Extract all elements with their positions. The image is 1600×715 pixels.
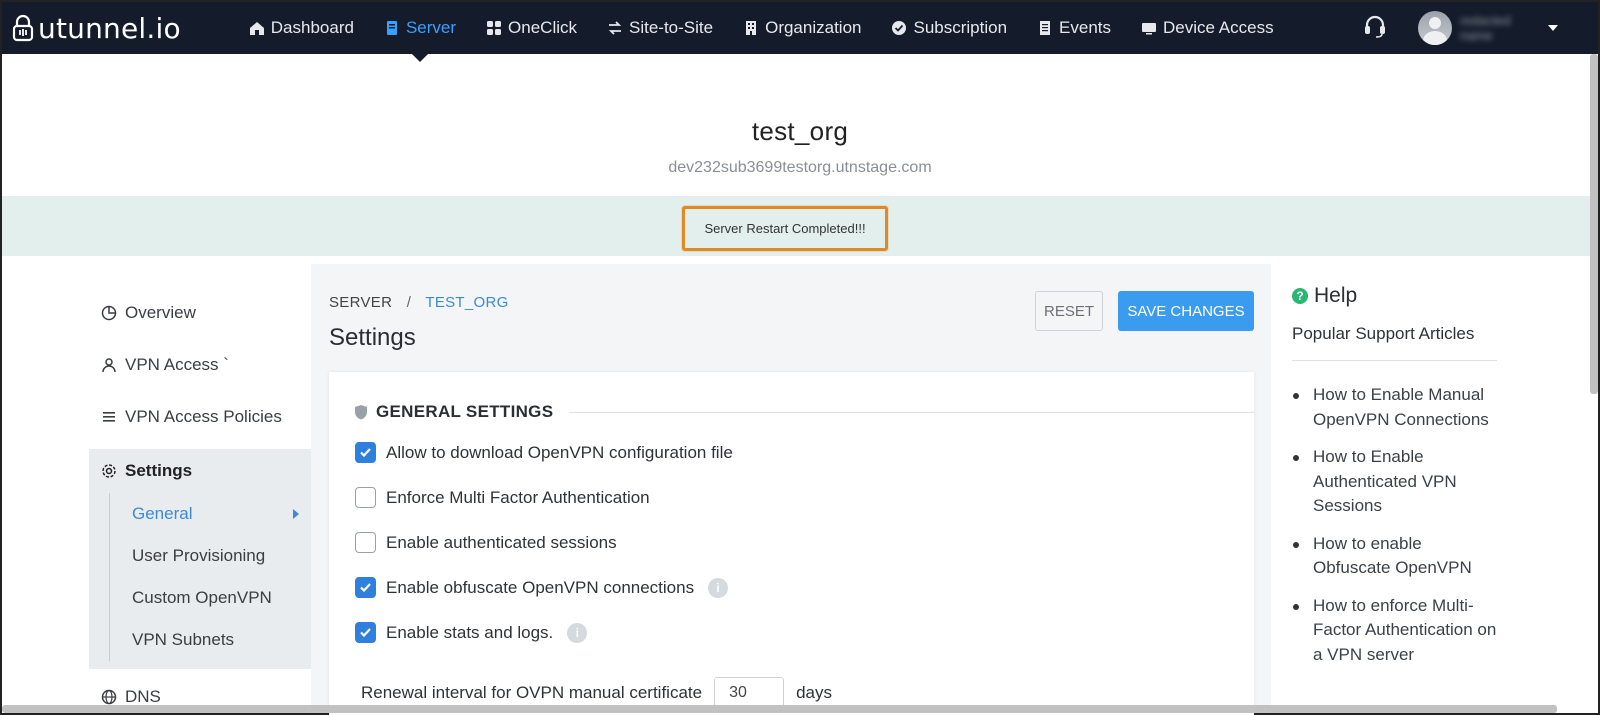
breadcrumb-root[interactable]: SERVER <box>329 294 392 311</box>
general-settings-card: GENERAL SETTINGS Allow to download OpenV… <box>329 372 1254 715</box>
chevron-down-icon <box>1548 25 1558 31</box>
section-divider <box>569 412 1254 413</box>
checkbox-enforce-mfa[interactable] <box>355 487 376 508</box>
building-icon <box>746 21 757 35</box>
user-name: redacted name <box>1460 13 1511 43</box>
list-icon <box>1040 21 1051 35</box>
arrows-icon <box>608 21 622 35</box>
server-restart-message: Server Restart Completed!!! <box>682 206 888 251</box>
org-domain: dev232sub3699testorg.utnstage.com <box>668 159 932 176</box>
sidebar-subitem-custom-openvpn[interactable]: Custom OpenVPN <box>110 577 311 619</box>
sidebar-item-vpn-access[interactable]: VPN Access ` <box>89 339 311 391</box>
sidebar-subitem-general[interactable]: General <box>110 493 311 535</box>
settings-sidebar: Overview VPN Access ` VPN Access Policie… <box>89 287 311 715</box>
globe-icon <box>101 689 117 705</box>
help-divider <box>1292 360 1497 361</box>
settings-submenu: General User Provisioning Custom OpenVPN… <box>109 493 311 661</box>
sidebar-item-settings[interactable]: Settings <box>89 449 311 493</box>
shield-icon <box>355 405 367 420</box>
headset-support-icon[interactable] <box>1362 13 1388 44</box>
page-title: Settings <box>329 324 416 351</box>
checkmark-icon <box>360 583 371 593</box>
option-enforce-mfa: Enforce Multi Factor Authentication <box>355 487 650 508</box>
sidebar-item-vpn-access-policies[interactable]: VPN Access Policies <box>89 391 311 443</box>
section-header: GENERAL SETTINGS <box>354 402 553 422</box>
help-article-link[interactable]: How to Enable Manual OpenVPN Connections <box>1292 383 1502 432</box>
nav-item-site-to-site[interactable]: Site-to-Site <box>607 2 713 54</box>
checkbox-authenticated-sessions[interactable] <box>355 532 376 553</box>
horizontal-scrollbar[interactable] <box>2 705 1557 713</box>
vertical-scrollbar[interactable] <box>1590 54 1598 394</box>
help-panel: ? Help Popular Support Articles How to E… <box>1292 284 1502 680</box>
home-icon <box>249 22 264 35</box>
nav-item-dashboard[interactable]: Dashboard <box>249 2 354 54</box>
avatar <box>1418 11 1452 45</box>
nav-item-device-access[interactable]: Device Access <box>1141 2 1274 54</box>
user-icon <box>102 358 116 373</box>
nav-item-organization[interactable]: Organization <box>743 2 861 54</box>
help-articles-list: How to Enable Manual OpenVPN Connections… <box>1292 383 1502 667</box>
checkmark-icon <box>360 448 371 458</box>
checkbox-allow-download-config[interactable] <box>355 442 376 463</box>
top-navbar: utunnel.io Dashboard Server OneClick Sit… <box>2 2 1598 62</box>
breadcrumb-separator: / <box>406 294 412 311</box>
help-article-link[interactable]: How to enable Obfuscate OpenVPN <box>1292 532 1502 581</box>
sidebar-item-overview[interactable]: Overview <box>89 287 311 339</box>
monitor-icon <box>1142 23 1157 35</box>
breadcrumb-current[interactable]: TEST_ORG <box>425 294 508 311</box>
pie-chart-icon <box>101 305 117 321</box>
nav-item-subscription[interactable]: Subscription <box>891 2 1007 54</box>
server-icon <box>386 21 397 35</box>
checkmark-icon <box>360 628 371 638</box>
help-title: ? Help <box>1292 284 1502 308</box>
save-changes-button[interactable]: SAVE CHANGES <box>1118 291 1254 331</box>
option-stats-logs: Enable stats and logs. i <box>355 622 588 643</box>
status-banner: Server Restart Completed!!! <box>2 196 1598 256</box>
renewal-label: Renewal interval for OVPN manual certifi… <box>361 683 703 702</box>
sidebar-group-settings: Settings General User Provisioning Custo… <box>89 449 311 669</box>
gear-icon <box>102 464 116 478</box>
breadcrumb: SERVER / TEST_ORG <box>329 294 509 311</box>
checkbox-stats-logs[interactable] <box>355 622 376 643</box>
renewal-unit: days <box>796 683 833 702</box>
nav-menu: Dashboard Server OneClick Site-to-Site O… <box>249 2 1304 62</box>
user-menu[interactable]: redacted name <box>1418 11 1558 45</box>
nav-right-area: redacted name <box>1362 2 1558 54</box>
list-icon <box>103 412 115 422</box>
option-authenticated-sessions: Enable authenticated sessions <box>355 532 617 553</box>
nav-item-server[interactable]: Server <box>384 2 456 62</box>
reset-button[interactable]: RESET <box>1035 291 1103 331</box>
nav-item-oneclick[interactable]: OneClick <box>486 2 577 54</box>
info-icon[interactable]: i <box>567 622 588 643</box>
sidebar-subitem-vpn-subnets[interactable]: VPN Subnets <box>110 619 311 661</box>
option-allow-download-config: Allow to download OpenVPN configuration … <box>355 442 733 463</box>
help-subtitle: Popular Support Articles <box>1292 324 1475 343</box>
nav-item-events[interactable]: Events <box>1037 2 1111 54</box>
grid-icon <box>487 21 502 35</box>
help-article-link[interactable]: How to enforce Multi-Factor Authenticati… <box>1292 594 1502 668</box>
brand-logo[interactable]: utunnel.io <box>12 12 181 45</box>
org-header: test_org dev232sub3699testorg.utnstage.c… <box>2 54 1598 196</box>
org-title: test_org <box>751 116 849 146</box>
help-article-link[interactable]: How to Enable Authenticated VPN Sessions <box>1292 445 1502 519</box>
lock-logo-icon <box>12 14 34 42</box>
brand-name: utunnel.io <box>38 11 181 45</box>
option-obfuscate-openvpn: Enable obfuscate OpenVPN connections i <box>355 577 729 598</box>
question-icon: ? <box>1292 288 1308 304</box>
checkbox-obfuscate-openvpn[interactable] <box>355 577 376 598</box>
sidebar-subitem-user-provisioning[interactable]: User Provisioning <box>110 535 311 577</box>
chevron-right-icon <box>293 509 299 519</box>
check-circle-icon <box>892 21 907 35</box>
info-icon[interactable]: i <box>708 577 729 598</box>
